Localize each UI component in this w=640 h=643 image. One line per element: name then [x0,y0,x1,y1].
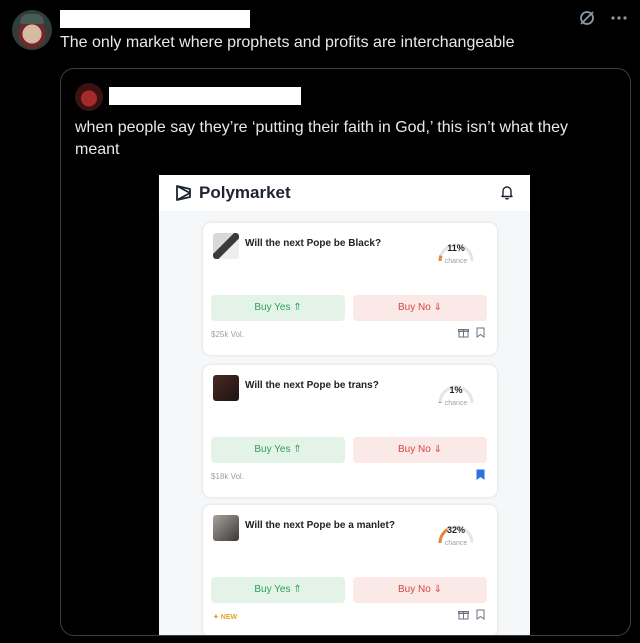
chance-percent: 1% [449,385,463,395]
buy-no-button[interactable]: Buy No ⇓ [353,437,487,463]
market-thumbnail [213,375,239,401]
chance-gauge: 11% chance [431,231,481,271]
chance-percent: 11% [447,243,465,253]
attached-image[interactable]: Polymarket Will the next Pope be Black? … [159,175,530,635]
bookmark-icon[interactable] [476,327,485,338]
buy-yes-button[interactable]: Buy Yes ⇑ [211,577,345,603]
market-volume: $18k Vol. [211,472,244,481]
market-thumbnail [213,515,239,541]
card-actions [476,469,485,480]
market-question[interactable]: Will the next Pope be a manlet? [245,520,395,531]
chance-label: chance [444,400,468,407]
quoted-post[interactable]: when people say they’re ‘putting their f… [60,68,631,636]
buy-no-button[interactable]: Buy No ⇓ [353,577,487,603]
bookmark-filled-icon[interactable] [476,469,485,480]
card-actions [458,609,485,620]
card-actions [458,327,485,338]
post-actions [578,9,628,32]
more-options-icon[interactable] [610,9,628,32]
quoted-post-text: when people say they’re ‘putting their f… [75,119,569,158]
redacted-author-name [60,10,250,28]
buy-yes-button[interactable]: Buy Yes ⇑ [211,437,345,463]
gift-icon[interactable] [458,327,469,338]
author-avatar[interactable] [12,10,52,50]
buy-yes-button[interactable]: Buy Yes ⇑ [211,295,345,321]
new-badge: ✦ NEW [213,614,238,621]
tweet: The only market where prophets and profi… [0,0,640,643]
polymarket-brand: Polymarket [199,183,291,202]
post-text: The only market where prophets and profi… [60,34,515,51]
quoted-author-avatar[interactable] [75,83,103,111]
market-thumbnail [213,233,239,259]
market-question[interactable]: Will the next Pope be trans? [245,380,379,391]
market-card[interactable]: Will the next Pope be a manlet? 32% chan… [203,505,497,635]
market-card[interactable]: Will the next Pope be trans? 1% chance B… [203,365,497,497]
market-volume: $25k Vol. [211,330,244,339]
chance-gauge: 32% chance [431,513,481,553]
grok-icon[interactable] [578,9,596,32]
bookmark-icon[interactable] [476,609,485,620]
bell-icon[interactable] [498,183,516,201]
chance-label: chance [444,258,468,265]
market-card[interactable]: Will the next Pope be Black? 11% chance … [203,223,497,355]
gift-icon[interactable] [458,609,469,620]
redacted-quoted-author-name [109,87,301,105]
chance-label: chance [444,540,468,547]
market-question[interactable]: Will the next Pope be Black? [245,238,381,249]
chance-gauge: 1% chance [431,373,481,413]
chance-percent: 32% [446,525,465,535]
polymarket-logo-icon [176,185,191,201]
polymarket-header: Polymarket [159,175,530,211]
buy-no-button[interactable]: Buy No ⇓ [353,295,487,321]
